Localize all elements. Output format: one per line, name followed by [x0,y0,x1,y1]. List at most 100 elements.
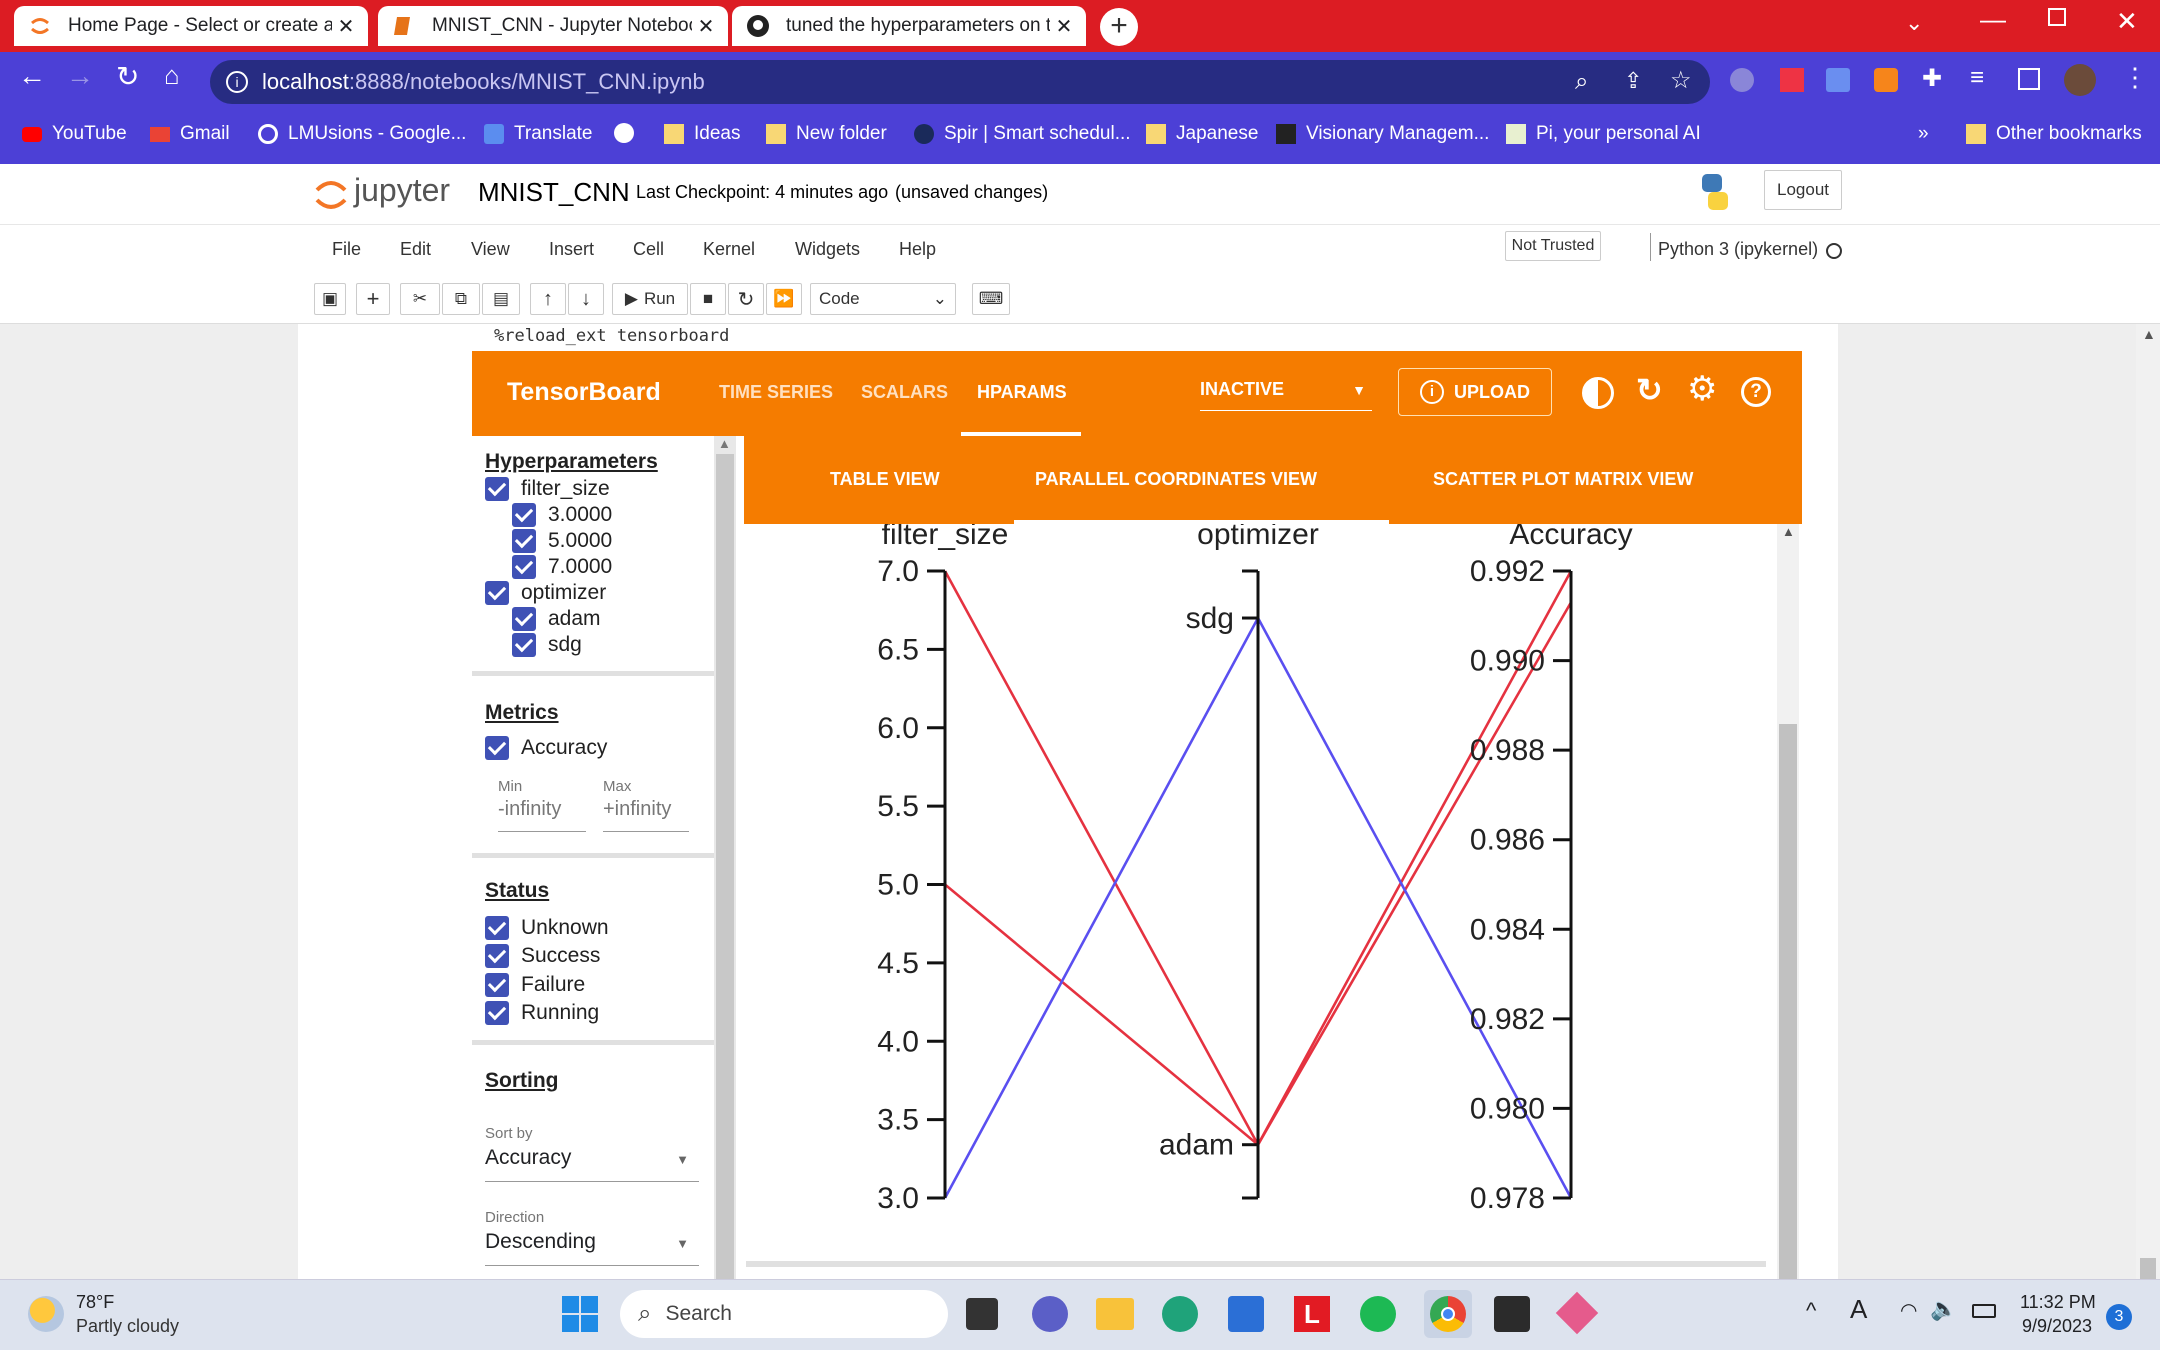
move-up-icon[interactable]: ↑ [530,283,566,315]
checkbox-unknown[interactable]: Unknown [485,916,609,940]
close-icon[interactable]: ✕ [332,14,360,39]
checkbox-filter-5[interactable]: 5.0000 [512,529,612,553]
window-close-icon[interactable]: ✕ [2116,6,2138,37]
menu-kebab-icon[interactable]: ⋮ [2122,62,2148,93]
side-panel-icon[interactable] [2018,68,2040,90]
address-bar[interactable]: i localhost:8888/notebooks/MNIST_CNN.ipy… [210,60,1710,104]
tab-home-page[interactable]: Home Page - Select or create a n ✕ [14,6,368,46]
scroll-thumb[interactable] [2140,1258,2156,1279]
app-diamond-icon[interactable] [1555,1291,1599,1335]
tab-mnist-notebook[interactable]: MNIST_CNN - Jupyter Notebook ✕ [378,6,728,46]
forward-icon[interactable]: → [66,60,94,92]
bookmark-globe[interactable] [614,123,644,143]
bookmarks-overflow[interactable]: » [1918,123,1929,145]
restart-icon[interactable]: ↻ [728,283,764,315]
grammarly-icon[interactable] [1730,68,1754,92]
notebook-name[interactable]: MNIST_CNN [478,177,630,208]
sort-by-select[interactable]: Accuracy ▼ [485,1146,699,1182]
checkbox-sdg[interactable]: sdg [512,633,582,657]
zoom-icon[interactable]: ⌕ [1575,68,1588,96]
plot-scrollbar[interactable]: ▲ [1777,524,1799,1279]
scroll-up-arrow[interactable]: ▲ [718,436,731,451]
tab-search-icon[interactable]: ⌄ [1905,10,1923,36]
checkbox-failure[interactable]: Failure [485,973,585,997]
scroll-up-arrow[interactable]: ▲ [1782,524,1795,539]
bookmark-youtube[interactable]: YouTube [22,123,127,145]
ime-icon[interactable]: A [1850,1294,1867,1325]
copy-icon[interactable]: ⧉ [442,283,480,315]
reload-icon[interactable]: ↻ [1636,371,1663,409]
clock-date[interactable]: 9/9/2023 [2022,1316,2092,1337]
bookmark-visionary[interactable]: Visionary Managem... [1276,123,1489,145]
trust-indicator[interactable]: Not Trusted [1505,231,1601,261]
upload-button[interactable]: i UPLOAD [1398,368,1552,416]
store-icon[interactable] [1228,1296,1264,1332]
bookmark-spir[interactable]: Spir | Smart schedul... [914,123,1131,145]
translate-extension-icon[interactable] [1826,68,1850,92]
tab-parallel-coordinates-view[interactable]: PARALLEL COORDINATES VIEW [1035,469,1317,490]
restore-icon[interactable] [2048,8,2066,26]
move-down-icon[interactable]: ↓ [568,283,604,315]
nav-time-series[interactable]: TIME SERIES [719,382,833,403]
direction-select[interactable]: Descending ▼ [485,1230,699,1266]
spotify-icon[interactable] [1360,1296,1396,1332]
back-icon[interactable]: ← [18,60,46,92]
extension-icon[interactable] [1780,68,1804,92]
avatar[interactable] [2064,64,2096,96]
tab-table-view[interactable]: TABLE VIEW [830,469,940,490]
bookmark-new-folder[interactable]: New folder [766,123,887,145]
notification-badge[interactable]: 3 [2106,1304,2132,1330]
checkbox-filter-size[interactable]: filter_size [485,477,610,501]
checkbox-adam[interactable]: adam [512,607,601,631]
insert-cell-icon[interactable]: + [356,283,390,315]
bookmark-other[interactable]: Other bookmarks [1966,123,2142,145]
bookmark-japanese[interactable]: Japanese [1146,123,1258,145]
code-line[interactable]: %reload_ext tensorboard [494,326,729,346]
terminal-icon[interactable] [1494,1296,1530,1332]
bookmark-translate[interactable]: Translate [484,123,593,145]
info-icon[interactable]: i [226,71,248,93]
menu-help[interactable]: Help [899,239,936,260]
minimize-icon[interactable]: — [1980,4,2006,35]
checkbox-optimizer[interactable]: optimizer [485,581,606,605]
menu-cell[interactable]: Cell [633,239,664,260]
close-icon[interactable]: ✕ [1050,14,1078,39]
nav-scalars[interactable]: SCALARS [861,382,948,403]
bookmark-pi[interactable]: Pi, your personal AI [1506,123,1701,145]
sidebar-scrollbar[interactable]: ▲ [714,436,736,1279]
bookmark-ideas[interactable]: Ideas [664,123,740,145]
menu-edit[interactable]: Edit [400,239,431,260]
jupyter-logo-text[interactable]: jupyter [354,172,450,209]
tab-github[interactable]: tuned the hyperparameters on te ✕ [732,6,1086,46]
min-input[interactable]: -infinity [498,798,586,832]
start-button[interactable] [562,1296,598,1332]
metamask-icon[interactable] [1874,68,1898,92]
settings-gear-icon[interactable]: ⚙ [1687,369,1717,409]
task-view-icon[interactable] [966,1298,998,1330]
wifi-icon[interactable]: ◠ [1900,1298,1917,1323]
save-icon[interactable]: ▣ [314,283,346,315]
reload-icon[interactable]: ↻ [116,60,139,93]
scroll-thumb[interactable] [716,454,734,1279]
checkbox-filter-3[interactable]: 3.0000 [512,503,612,527]
keyboard-icon[interactable]: ⌨ [972,283,1010,315]
menu-view[interactable]: View [471,239,510,260]
checkbox-running[interactable]: Running [485,1001,599,1025]
share-icon[interactable]: ⇪ [1624,68,1642,94]
run-button[interactable]: ▶ Run [612,283,688,315]
paste-icon[interactable]: ▤ [482,283,520,315]
volume-icon[interactable]: 🔈 [1930,1296,1957,1322]
cut-icon[interactable]: ✂ [400,283,440,315]
bookmark-gmail[interactable]: Gmail [150,123,230,145]
l-app-icon[interactable]: L [1294,1296,1330,1332]
scroll-up-arrow[interactable]: ▲ [2142,326,2156,342]
teams-icon[interactable] [1032,1296,1068,1332]
run-status-select[interactable]: INACTIVE ▼ [1200,379,1372,411]
new-tab-button[interactable]: + [1100,8,1138,46]
scroll-thumb[interactable] [1779,724,1797,1279]
battery-icon[interactable] [1972,1304,1996,1318]
max-input[interactable]: +infinity [603,798,689,832]
reading-list-icon[interactable]: ≡ [1970,64,1984,92]
bookmark-lmusions[interactable]: LMUsions - Google... [258,123,466,145]
checkbox-filter-7[interactable]: 7.0000 [512,555,612,579]
